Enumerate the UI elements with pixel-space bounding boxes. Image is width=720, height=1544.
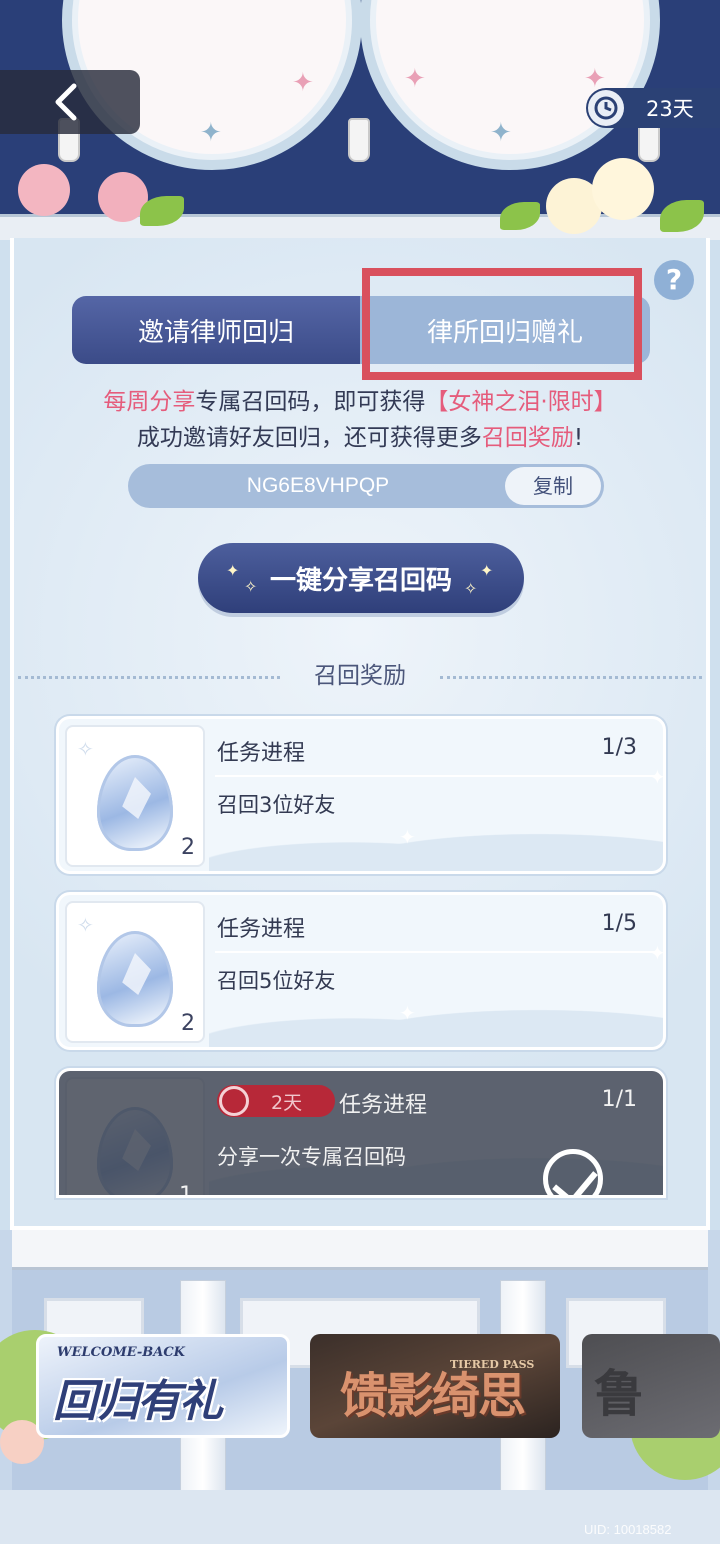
back-button[interactable] (0, 70, 140, 134)
reward-card: ✧ 2 任务进程 1/5 召回5位好友 ✦ ✦ (56, 892, 666, 1050)
chevron-left-icon (55, 83, 77, 121)
reward-icon-box[interactable]: ✧ 2 (65, 901, 205, 1043)
promo-text: ! (573, 425, 584, 451)
clock-icon (588, 90, 624, 126)
crystal-gem-icon (97, 755, 173, 851)
sparkle-icon: ✦ (649, 765, 666, 789)
sparkle-icon: ✦ (649, 941, 666, 965)
banner-tiered-pass[interactable]: TIERED PASS 馈影绮思 (310, 1334, 560, 1438)
event-timer-badge: 23天 (586, 88, 720, 128)
crystal-gem-icon (97, 931, 173, 1027)
promo-highlight: 召回奖励 (481, 425, 574, 451)
reward-icon-box[interactable]: ✧ 2 (65, 725, 205, 867)
cloud-decoration (209, 811, 663, 871)
banner-third[interactable]: 鲁 (582, 1334, 720, 1438)
sparkle-icon: ✧ (464, 579, 478, 598)
sparkle-icon: ✦ (480, 561, 494, 580)
banner-title: 回归有礼 (53, 1376, 223, 1427)
promo-highlight: 【女神之泪·限时】 (425, 389, 617, 415)
help-button[interactable]: ? (654, 260, 694, 300)
sparkle-icon: ✦ (399, 1001, 416, 1025)
task-progress: 1/1 (601, 1087, 637, 1112)
reward-quantity: 2 (181, 835, 195, 860)
promo-line-1: 每周分享专属召回码，即可获得【女神之泪·限时】 (0, 382, 720, 416)
task-timer-text: 2天 (271, 1091, 303, 1114)
task-description: 召回5位好友 (217, 969, 336, 993)
sparkle-icon: ✧ (244, 577, 258, 596)
banner-title: 鲁 (594, 1365, 644, 1423)
star-decoration: ✦ (490, 118, 512, 148)
task-title: 任务进程 (217, 917, 306, 942)
promo-text: 成功邀请好友回归，还可获得更多 (136, 425, 482, 451)
curtain-tassel (348, 118, 370, 162)
banner-welcome-back[interactable]: WELCOME-BACK 回归有礼 (36, 1334, 290, 1438)
sparkle-icon: ✦ (226, 561, 240, 580)
uid-label: UID: 10018582 (584, 1522, 672, 1537)
sparkle-icon: ✦ (399, 825, 416, 849)
task-description: 分享一次专属召回码 (217, 1145, 406, 1169)
divider (440, 676, 702, 679)
star-decoration: ✦ (404, 64, 426, 94)
clock-icon (219, 1086, 249, 1116)
rose-decoration (592, 158, 654, 220)
promo-highlight: 每周分享 (103, 389, 196, 415)
task-title: 任务进程 (339, 1093, 428, 1118)
tab-label: 邀请律师回归 (137, 317, 294, 348)
reward-quantity: 1 (179, 1183, 193, 1198)
task-progress: 1/3 (601, 735, 637, 760)
recall-code: NG6E8VHPQP (246, 474, 390, 497)
highlight-box (362, 268, 642, 380)
share-button-label: 一键分享召回码 (269, 565, 452, 596)
tab-invite-lawyer[interactable]: 邀请律师回归 (72, 296, 360, 364)
banner-title: 馈影绮思 (340, 1368, 526, 1424)
sparkle-icon: ✧ (77, 737, 94, 761)
promo-line-2: 成功邀请好友回归，还可获得更多召回奖励! (0, 418, 720, 452)
timer-text: 23天 (646, 97, 694, 121)
building-roof (12, 1230, 708, 1270)
task-progress: 1/5 (601, 911, 637, 936)
share-recall-code-button[interactable]: ✦ ✧ 一键分享召回码 ✦ ✧ (198, 543, 524, 613)
star-decoration: ✦ (292, 68, 314, 98)
recall-code-bar: NG6E8VHPQP 复制 (128, 464, 604, 508)
copy-button[interactable]: 复制 (505, 467, 601, 505)
divider (215, 951, 655, 953)
banner-en-title: WELCOME-BACK (57, 1345, 185, 1360)
task-title: 任务进程 (217, 741, 306, 766)
promo-text: 专属召回码，即可获得 (195, 389, 426, 415)
reward-card-completed: 1 2天 任务进程 1/1 分享一次专属召回码 (56, 1068, 666, 1198)
task-timer-pill: 2天 (217, 1085, 335, 1117)
rose-decoration (18, 164, 70, 216)
cloud-decoration (209, 987, 663, 1047)
star-decoration: ✦ (200, 118, 222, 148)
rewards-section-title: 召回奖励 (314, 663, 406, 689)
divider (215, 775, 655, 777)
sparkle-icon: ✧ (77, 913, 94, 937)
task-description: 召回3位好友 (217, 793, 336, 817)
reward-card: ✧ 2 任务进程 1/3 召回3位好友 ✦ ✦ (56, 716, 666, 874)
reward-quantity: 2 (181, 1011, 195, 1036)
